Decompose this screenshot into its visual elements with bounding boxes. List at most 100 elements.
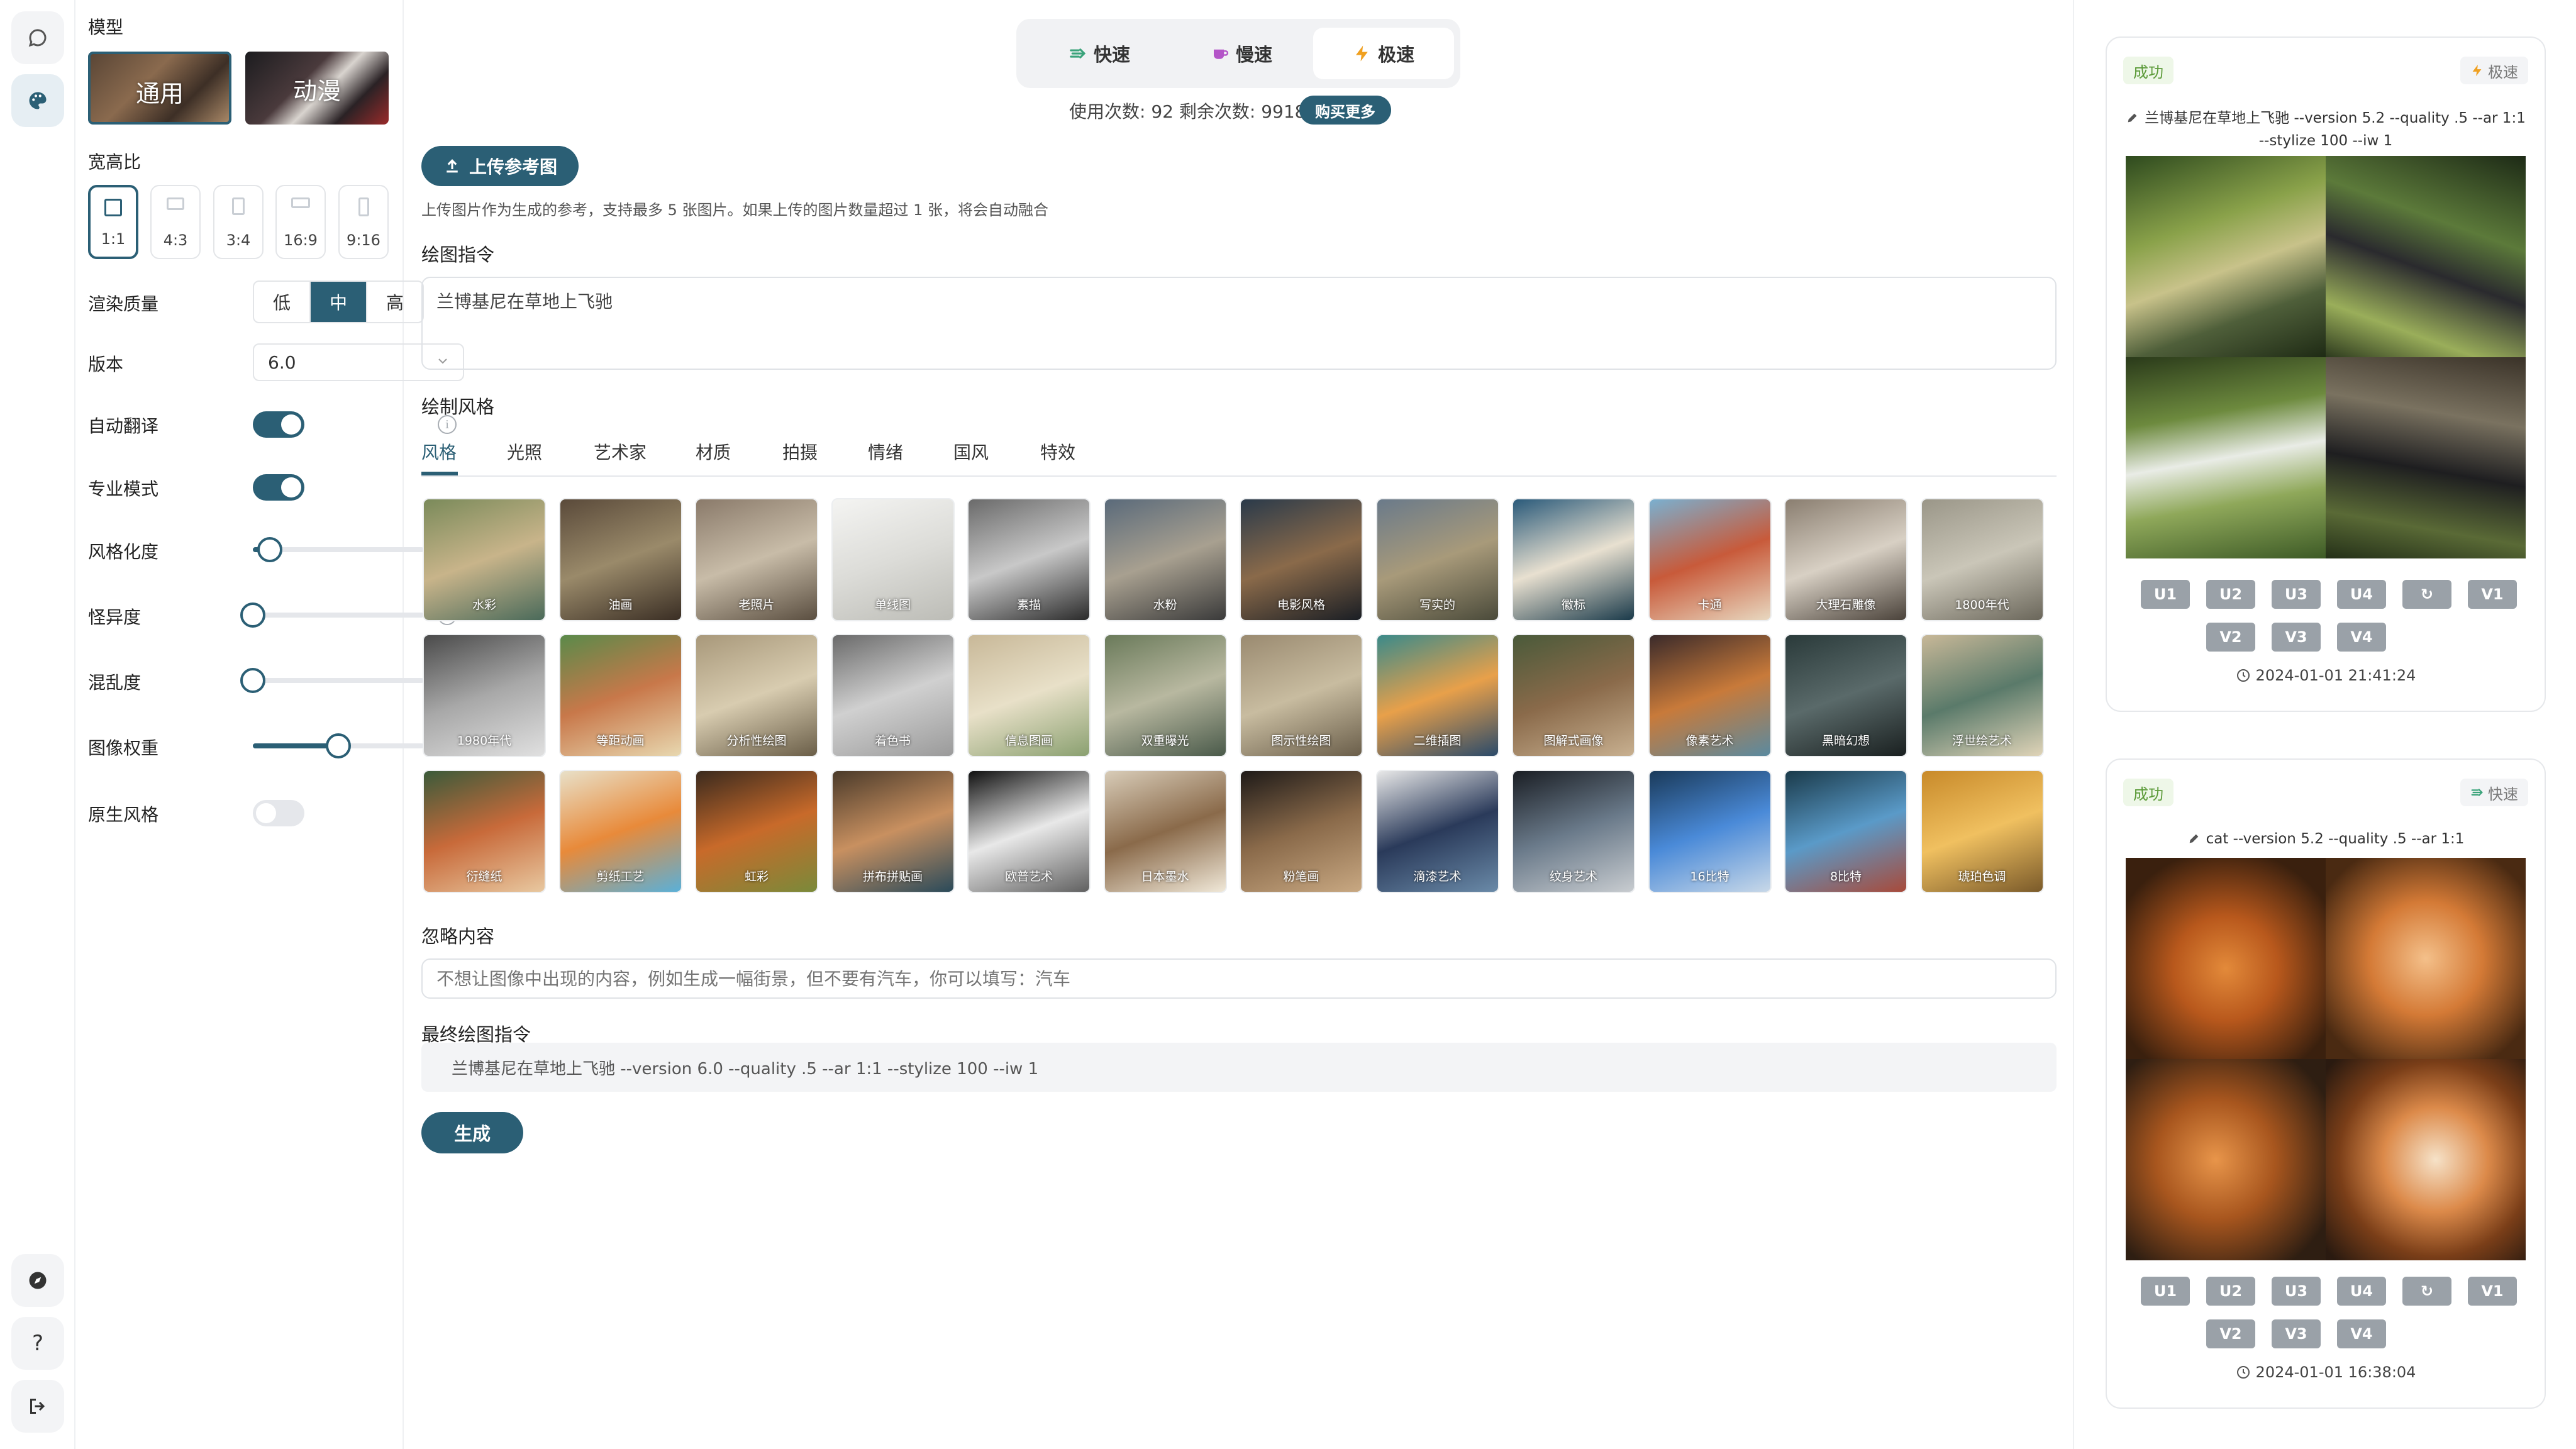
- style-tile[interactable]: 徽标: [1512, 498, 1635, 621]
- speed-tab-fast[interactable]: 快速: [1029, 28, 1170, 79]
- quality-option-medium[interactable]: 中: [311, 282, 367, 322]
- upscale-3-button[interactable]: U3: [2272, 580, 2321, 609]
- style-tile[interactable]: 大理石雕像: [1784, 498, 1907, 621]
- style-tile[interactable]: 分析性绘图: [695, 634, 818, 757]
- style-tile[interactable]: 粉笔画: [1240, 770, 1363, 893]
- generate-button[interactable]: 生成: [421, 1112, 523, 1153]
- style-tile[interactable]: 8比特: [1784, 770, 1907, 893]
- car-image-1[interactable]: [2126, 156, 2326, 357]
- style-tile[interactable]: 虹彩: [695, 770, 818, 893]
- help-icon[interactable]: ?: [11, 1317, 64, 1370]
- ratio-option-1-1[interactable]: 1:1: [88, 185, 138, 259]
- variation-3-button[interactable]: V3: [2272, 1319, 2321, 1348]
- refresh-icon[interactable]: ↻: [2402, 1277, 2451, 1306]
- ratio-option-3-4[interactable]: 3:4: [213, 185, 264, 259]
- quality-option-low[interactable]: 低: [254, 282, 311, 322]
- style-tile[interactable]: 剪纸工艺: [558, 770, 682, 893]
- style-tile[interactable]: 1800年代: [1920, 498, 2044, 621]
- style-tile[interactable]: 油画: [558, 498, 682, 621]
- chaos-slider[interactable]: [240, 668, 424, 693]
- style-tile[interactable]: 双重曝光: [1103, 634, 1227, 757]
- variation-1-button[interactable]: V1: [2468, 1277, 2517, 1306]
- cat-image-2[interactable]: [2326, 858, 2526, 1059]
- refresh-icon[interactable]: ↻: [2402, 580, 2451, 609]
- image-weight-slider[interactable]: [253, 733, 424, 758]
- auto-translate-toggle[interactable]: [253, 411, 304, 438]
- tab-material[interactable]: 材质: [696, 439, 731, 464]
- style-tile[interactable]: 16比特: [1648, 770, 1772, 893]
- tab-shooting[interactable]: 拍摄: [782, 439, 818, 464]
- car-image-4[interactable]: [2326, 357, 2526, 558]
- style-tile[interactable]: 1980年代: [423, 634, 546, 757]
- style-tile[interactable]: 图示性绘图: [1240, 634, 1363, 757]
- car-image-2[interactable]: [2326, 156, 2526, 357]
- chat-icon[interactable]: [11, 11, 64, 64]
- style-tile[interactable]: 滴漆艺术: [1375, 770, 1499, 893]
- slider-knob[interactable]: [240, 668, 265, 693]
- speed-tab-slow[interactable]: 慢速: [1171, 28, 1312, 79]
- variation-1-button[interactable]: V1: [2468, 580, 2517, 609]
- variation-4-button[interactable]: V4: [2337, 1319, 2386, 1348]
- style-tile[interactable]: 老照片: [695, 498, 818, 621]
- style-tile[interactable]: 水粉: [1103, 498, 1227, 621]
- style-tile[interactable]: 着色书: [831, 634, 955, 757]
- buy-more-button[interactable]: 购买更多: [1299, 96, 1391, 125]
- upscale-4-button[interactable]: U4: [2337, 580, 2386, 609]
- cat-image-3[interactable]: [2126, 1059, 2326, 1260]
- slider-knob[interactable]: [240, 602, 265, 628]
- cat-image-1[interactable]: [2126, 858, 2326, 1059]
- variation-2-button[interactable]: V2: [2206, 1319, 2255, 1348]
- pro-mode-toggle[interactable]: [253, 474, 304, 501]
- negative-prompt-input[interactable]: [421, 958, 2057, 999]
- raw-style-toggle[interactable]: [253, 800, 304, 826]
- logout-icon[interactable]: [11, 1380, 64, 1433]
- tab-lighting[interactable]: 光照: [507, 439, 542, 464]
- upscale-4-button[interactable]: U4: [2337, 1277, 2386, 1306]
- style-tile[interactable]: 等距动画: [558, 634, 682, 757]
- upscale-2-button[interactable]: U2: [2206, 1277, 2255, 1306]
- style-tile[interactable]: 信息图画: [967, 634, 1091, 757]
- tab-style[interactable]: 风格: [421, 439, 457, 464]
- style-tile[interactable]: 欧普艺术: [967, 770, 1091, 893]
- tab-mood[interactable]: 情绪: [868, 439, 903, 464]
- ratio-option-16-9[interactable]: 16:9: [275, 185, 326, 259]
- upscale-3-button[interactable]: U3: [2272, 1277, 2321, 1306]
- style-tile[interactable]: 衍缝纸: [423, 770, 546, 893]
- palette-icon[interactable]: [11, 74, 64, 127]
- upscale-2-button[interactable]: U2: [2206, 580, 2255, 609]
- ratio-option-9-16[interactable]: 9:16: [338, 185, 389, 259]
- style-tile[interactable]: 二维插图: [1375, 634, 1499, 757]
- upscale-1-button[interactable]: U1: [2141, 580, 2190, 609]
- style-tile[interactable]: 琥珀色调: [1920, 770, 2044, 893]
- slider-knob[interactable]: [257, 537, 283, 562]
- style-tile[interactable]: 卡通: [1648, 498, 1772, 621]
- tab-artist[interactable]: 艺术家: [594, 439, 647, 464]
- model-card-anime[interactable]: 动漫: [245, 52, 389, 125]
- style-tile[interactable]: 拼布拼贴画: [831, 770, 955, 893]
- prompt-textarea[interactable]: 兰博基尼在草地上飞驰: [421, 277, 2057, 370]
- style-tile[interactable]: 黑暗幻想: [1784, 634, 1907, 757]
- style-tile[interactable]: 像素艺术: [1648, 634, 1772, 757]
- style-tile[interactable]: 日本墨水: [1103, 770, 1227, 893]
- ratio-option-4-3[interactable]: 4:3: [150, 185, 201, 259]
- style-tile[interactable]: 写实的: [1375, 498, 1499, 621]
- style-tile[interactable]: 浮世绘艺术: [1920, 634, 2044, 757]
- speed-tab-turbo[interactable]: 极速: [1313, 28, 1454, 79]
- stylize-slider[interactable]: [253, 537, 424, 562]
- slider-knob[interactable]: [326, 733, 351, 758]
- style-tile[interactable]: 水彩: [423, 498, 546, 621]
- style-tile[interactable]: 电影风格: [1240, 498, 1363, 621]
- car-image-3[interactable]: [2126, 357, 2326, 558]
- weird-slider[interactable]: [240, 602, 424, 628]
- tab-effects[interactable]: 特效: [1040, 439, 1075, 464]
- style-tile[interactable]: 纹身艺术: [1512, 770, 1635, 893]
- style-tile[interactable]: 单线图: [831, 498, 955, 621]
- style-tile[interactable]: 图解式画像: [1512, 634, 1635, 757]
- variation-2-button[interactable]: V2: [2206, 623, 2255, 652]
- variation-4-button[interactable]: V4: [2337, 623, 2386, 652]
- tab-chinese[interactable]: 国风: [953, 439, 989, 464]
- upscale-1-button[interactable]: U1: [2141, 1277, 2190, 1306]
- variation-3-button[interactable]: V3: [2272, 623, 2321, 652]
- cat-image-4[interactable]: [2326, 1059, 2526, 1260]
- style-tile[interactable]: 素描: [967, 498, 1091, 621]
